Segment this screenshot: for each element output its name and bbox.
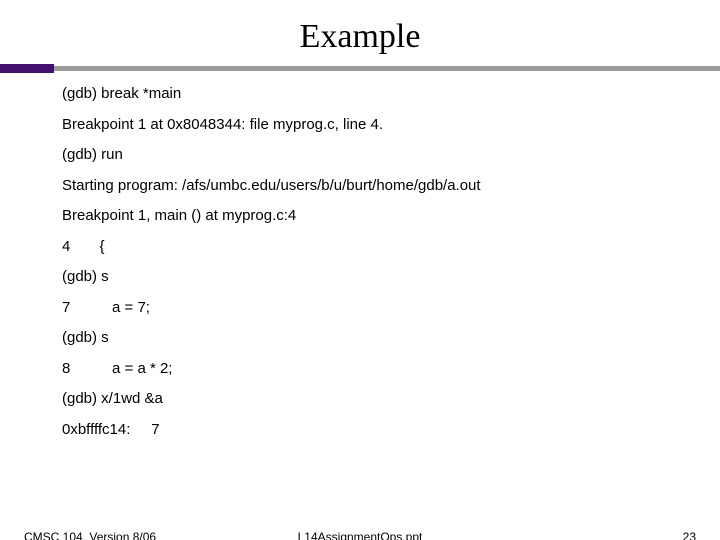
- code-line: Starting program: /afs/umbc.edu/users/b/…: [62, 178, 662, 195]
- code-line: 7 a = 7;: [62, 300, 662, 317]
- code-line: (gdb) x/1wd &a: [62, 391, 662, 408]
- slide-body: (gdb) break *main Breakpoint 1 at 0x8048…: [0, 78, 662, 438]
- slide-title: Example: [0, 18, 720, 56]
- code-line: (gdb) s: [62, 330, 662, 347]
- code-line: (gdb) break *main: [62, 86, 662, 103]
- code-line: Breakpoint 1 at 0x8048344: file myprog.c…: [62, 117, 662, 134]
- rule-grey: [0, 66, 720, 71]
- code-line: 4 {: [62, 239, 662, 256]
- title-underline: [0, 64, 720, 78]
- footer-center: L14AssignmentOps.ppt: [0, 530, 720, 540]
- code-line: Breakpoint 1, main () at myprog.c:4: [62, 208, 662, 225]
- code-line: (gdb) s: [62, 269, 662, 286]
- code-line: (gdb) run: [62, 147, 662, 164]
- rule-purple: [0, 64, 54, 73]
- code-line: 0xbffffc14: 7: [62, 422, 662, 439]
- footer-right: 23: [683, 530, 696, 540]
- code-line: 8 a = a * 2;: [62, 361, 662, 378]
- slide: Example (gdb) break *main Breakpoint 1 a…: [0, 18, 720, 540]
